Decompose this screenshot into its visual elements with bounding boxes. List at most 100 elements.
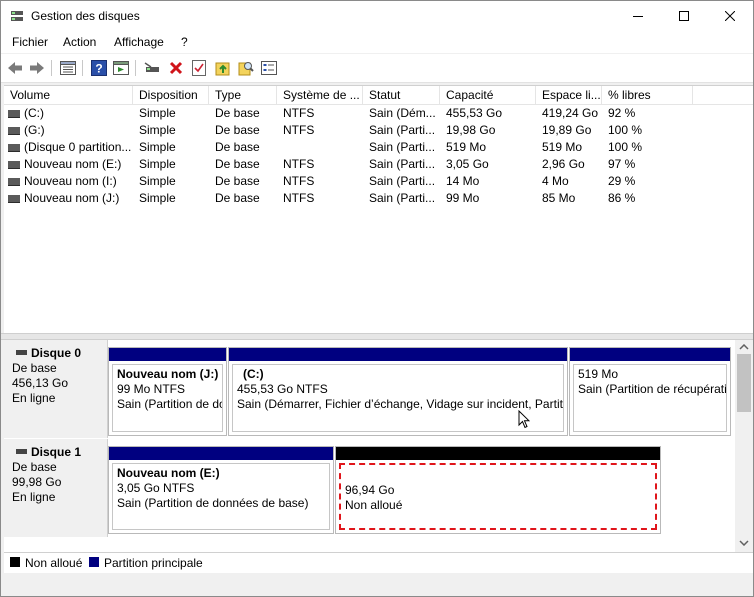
partition-size: 3,05 Go NTFS: [117, 481, 195, 495]
volume-row[interactable]: Nouveau nom (J:) Simple De base NTFS Sain (P…: [4, 190, 753, 207]
legend-swatch-primary: [89, 557, 99, 567]
volume-list[interactable]: Volume Disposition Type Système de ... S…: [4, 85, 753, 333]
volume-cell: 19,98 Go: [446, 123, 496, 137]
volume-row[interactable]: (G:) Simple De base NTFS Sain (Parti... 19,98…: [4, 122, 753, 139]
connect-drive-icon: [144, 62, 159, 72]
volume-cell: Nouveau nom (E:): [24, 157, 122, 171]
column-header-free-space[interactable]: Espace li...: [536, 86, 602, 104]
volume-cell: Sain (Parti...: [369, 174, 436, 188]
column-header-type[interactable]: Type: [209, 86, 277, 104]
volume-cell: NTFS: [283, 191, 315, 205]
volume-cell: Simple: [139, 140, 176, 154]
volume-cell: 86 %: [608, 191, 636, 205]
drive-icon: [8, 110, 20, 118]
graph-scrollbar[interactable]: [735, 340, 753, 552]
volume-cell: 97 %: [608, 157, 636, 171]
pane-splitter[interactable]: [1, 333, 753, 340]
partition-status: Non alloué: [345, 498, 403, 512]
drive-icon: [8, 195, 20, 203]
connect-drive-button[interactable]: [143, 59, 161, 77]
partition-size: 519 Mo: [578, 367, 619, 381]
volume-cell: Sain (Parti...: [369, 157, 436, 171]
volume-row[interactable]: (Disque 0 partition... Simple De base Sain …: [4, 139, 753, 156]
import-button[interactable]: [214, 59, 232, 77]
disk0-status: En ligne: [12, 391, 56, 405]
partition-disk0-c[interactable]: (C:) 455,53 Go NTFS Sain (Démarrer, Fich…: [228, 347, 568, 436]
checklist-icon: [192, 60, 206, 76]
partition-name: Nouveau nom (E:): [117, 466, 220, 480]
checklist-button[interactable]: [190, 59, 208, 77]
partition-status: Sain (Démarrer, Fichier d’échange, Vidag…: [237, 397, 564, 411]
drive-icon: [8, 161, 20, 169]
volume-cell: [283, 139, 369, 156]
mouse-cursor-icon: [518, 410, 530, 429]
volume-row[interactable]: Nouveau nom (E:) Simple De base NTFS Sain (P…: [4, 156, 753, 173]
menu-affichage[interactable]: Affichage: [114, 35, 164, 49]
disk1-label[interactable]: Disque 1 De base 99,98 Go En ligne: [4, 439, 108, 537]
drive-icon: [8, 127, 20, 135]
volume-cell: Simple: [139, 174, 176, 188]
volume-cell: Nouveau nom (I:): [24, 174, 117, 188]
search-button[interactable]: [237, 59, 255, 77]
menu-help[interactable]: ?: [181, 35, 188, 49]
volume-cell: Simple: [139, 191, 176, 205]
volume-cell: 100 %: [608, 140, 643, 154]
volume-row[interactable]: (C:) Simple De base NTFS Sain (Dém... 455,53 …: [4, 105, 753, 122]
menu-action[interactable]: Action: [63, 35, 96, 49]
legend-swatch-unallocated: [10, 557, 20, 567]
settings-list-button[interactable]: [260, 59, 278, 77]
title-bar[interactable]: Gestion des disques: [1, 1, 753, 31]
column-header-filesystem[interactable]: Système de ...: [277, 86, 363, 104]
menu-fichier[interactable]: Fichier: [12, 35, 48, 49]
partition-size: 99 Mo NTFS: [117, 382, 186, 396]
partition-disk0-j[interactable]: Nouveau nom (J:) 99 Mo NTFS Sain (Partit…: [108, 347, 227, 436]
column-header-status[interactable]: Statut: [363, 86, 440, 104]
volume-cell: Sain (Dém...: [369, 106, 436, 120]
minimize-icon: [633, 16, 643, 17]
disk-management-icon: [11, 11, 23, 21]
minimize-button[interactable]: [615, 1, 661, 31]
scroll-thumb[interactable]: [737, 354, 751, 412]
volume-cell: 92 %: [608, 106, 636, 120]
disk-graphical-view: Disque 0 De base 456,13 Go En ligne Nouv…: [4, 340, 735, 552]
help-button[interactable]: ?: [90, 59, 108, 77]
scroll-up-icon[interactable]: [739, 344, 749, 350]
delete-button[interactable]: [167, 59, 185, 77]
column-header-disposition[interactable]: Disposition: [133, 86, 209, 104]
volume-cell: Simple: [139, 157, 176, 171]
volume-cell: NTFS: [283, 106, 315, 120]
disk-management-window: Gestion des disques Fichier Action Affic…: [0, 0, 754, 597]
volume-cell: 100 %: [608, 123, 643, 137]
volume-cell: 455,53 Go: [446, 106, 503, 120]
delete-icon: [169, 61, 183, 75]
maximize-icon: [679, 11, 689, 21]
close-icon: [725, 11, 735, 21]
scroll-down-icon[interactable]: [739, 540, 749, 546]
primary-partition-bar: [229, 348, 567, 361]
partition-disk1-e[interactable]: Nouveau nom (E:) 3,05 Go NTFS Sain (Part…: [108, 446, 334, 534]
partition-disk0-recovery[interactable]: 519 Mo Sain (Partition de récupération): [569, 347, 731, 436]
volume-cell: 29 %: [608, 174, 636, 188]
volume-list-header: Volume Disposition Type Système de ... S…: [4, 86, 753, 105]
disk0-label[interactable]: Disque 0 De base 456,13 Go En ligne: [4, 340, 108, 438]
list-view-button[interactable]: [59, 59, 77, 77]
disk1-name: Disque 1: [31, 445, 82, 459]
properties-button[interactable]: [112, 59, 130, 77]
forward-button[interactable]: [28, 59, 46, 77]
search-icon: [238, 62, 254, 76]
unallocated-space-disk1[interactable]: 96,94 Go Non alloué: [335, 446, 661, 534]
disk1-size: 99,98 Go: [12, 475, 62, 489]
column-header-capacity[interactable]: Capacité: [440, 86, 536, 104]
maximize-button[interactable]: [661, 1, 707, 31]
volume-row[interactable]: Nouveau nom (I:) Simple De base NTFS Sain (P…: [4, 173, 753, 190]
toolbar-separator: [82, 60, 83, 76]
unallocated-bar: [336, 447, 660, 460]
volume-cell: NTFS: [283, 123, 315, 137]
column-header-volume[interactable]: Volume: [4, 86, 133, 104]
list-view-icon: [60, 61, 76, 75]
close-button[interactable]: [707, 1, 753, 31]
column-header-percent-free[interactable]: % libres: [602, 86, 693, 104]
forward-arrow-icon: [30, 62, 44, 74]
back-button[interactable]: [6, 59, 24, 77]
volume-cell: Sain (Parti...: [369, 123, 436, 137]
